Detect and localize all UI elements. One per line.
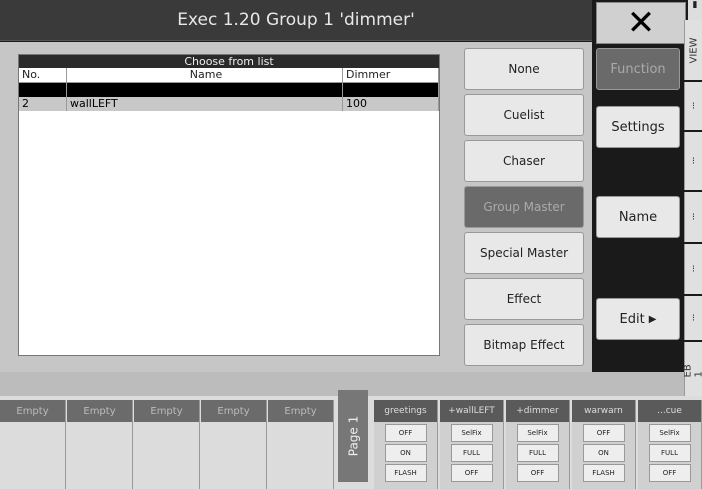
row-dimmer xyxy=(343,83,439,97)
list-column-headers: No. Name Dimmer xyxy=(19,68,439,83)
side-tab[interactable]: ⁝ xyxy=(684,192,702,242)
fader-btn-3[interactable]: OFF xyxy=(516,464,559,482)
col-dimmer: Dimmer xyxy=(343,68,439,82)
edit-button[interactable]: Edit ▶ xyxy=(596,298,680,340)
group-master-button[interactable]: Group Master xyxy=(464,186,584,228)
empty-label: Empty xyxy=(0,400,65,422)
choose-list: Choose from list No. Name Dimmer 2 wallL… xyxy=(18,54,440,356)
empty-executor[interactable]: Empty xyxy=(67,400,133,489)
list-item[interactable]: 2 wallLEFT 100 xyxy=(19,97,439,111)
page-label: Page 1 xyxy=(346,415,360,457)
fader-label: warwarn xyxy=(572,400,635,422)
fader-executor[interactable]: ...cue SelFix FULL OFF xyxy=(638,400,702,489)
tab-view-label: VIEW xyxy=(688,37,699,63)
fader-label: +wallLEFT xyxy=(440,400,503,422)
fader-btn-1[interactable]: SelFix xyxy=(450,424,493,442)
fader-btn-3[interactable]: FLASH xyxy=(384,464,427,482)
side-tab[interactable]: ⁝ xyxy=(684,132,702,190)
empty-label: Empty xyxy=(134,400,199,422)
fader-label: greetings xyxy=(374,400,437,422)
fader-label: +dimmer xyxy=(506,400,569,422)
settings-button[interactable]: Settings xyxy=(596,106,680,148)
empty-label: Empty xyxy=(268,400,333,422)
empty-label: Empty xyxy=(67,400,132,422)
play-arrow-icon: ▶ xyxy=(648,313,657,325)
chaser-button[interactable]: Chaser xyxy=(464,140,584,182)
special-master-button[interactable]: Special Master xyxy=(464,232,584,274)
col-name: Name xyxy=(67,68,343,82)
function-button[interactable]: Function xyxy=(596,48,680,90)
fader-btn-2[interactable]: FULL xyxy=(648,444,691,462)
tab-eb[interactable]: EB 1 xyxy=(682,342,702,396)
none-button[interactable]: None xyxy=(464,48,584,90)
tab-eb-label: EB 1 xyxy=(682,364,702,378)
row-name xyxy=(67,83,343,97)
fader-btn-2[interactable]: ON xyxy=(582,444,625,462)
fader-btn-3[interactable]: FLASH xyxy=(582,464,625,482)
cuelist-button[interactable]: Cuelist xyxy=(464,94,584,136)
fader-btn-2[interactable]: ON xyxy=(384,444,427,462)
row-no: 2 xyxy=(19,97,67,111)
bitmap-effect-button[interactable]: Bitmap Effect xyxy=(464,324,584,366)
fader-btn-3[interactable]: OFF xyxy=(648,464,691,482)
fader-executor[interactable]: +dimmer SelFix FULL OFF xyxy=(506,400,570,489)
list-header: Choose from list xyxy=(19,55,439,68)
row-name: wallLEFT xyxy=(67,97,343,111)
fader-label: ...cue xyxy=(638,400,701,422)
scroll-icon[interactable]: ▮ xyxy=(688,0,702,20)
fader-executor[interactable]: greetings OFF ON FLASH xyxy=(374,400,438,489)
list-item-selected[interactable] xyxy=(19,83,439,97)
page-tab[interactable]: Page 1 xyxy=(338,390,368,482)
name-button[interactable]: Name xyxy=(596,196,680,238)
fader-btn-1[interactable]: SelFix xyxy=(516,424,559,442)
fader-btn-2[interactable]: FULL xyxy=(450,444,493,462)
fader-btn-1[interactable]: OFF xyxy=(582,424,625,442)
fader-executor[interactable]: warwarn OFF ON FLASH xyxy=(572,400,636,489)
empty-executor[interactable]: Empty xyxy=(134,400,200,489)
row-dimmer: 100 xyxy=(343,97,439,111)
fader-btn-3[interactable]: OFF xyxy=(450,464,493,482)
empty-label: Empty xyxy=(201,400,266,422)
side-tab[interactable]: ⁝ xyxy=(684,244,702,294)
window-title: Exec 1.20 Group 1 'dimmer' xyxy=(0,0,592,41)
empty-executor[interactable]: Empty xyxy=(0,400,66,489)
side-tab[interactable]: ⁝ xyxy=(684,296,702,340)
side-tab[interactable]: ⁝ xyxy=(684,82,702,130)
fader-executor[interactable]: +wallLEFT SelFix FULL OFF xyxy=(440,400,504,489)
fader-btn-2[interactable]: FULL xyxy=(516,444,559,462)
close-button[interactable]: ✕ xyxy=(596,2,686,44)
empty-executor[interactable]: Empty xyxy=(201,400,267,489)
empty-executor[interactable]: Empty xyxy=(268,400,334,489)
edit-label: Edit xyxy=(619,311,645,327)
fader-btn-1[interactable]: OFF xyxy=(384,424,427,442)
tab-view[interactable]: VIEW xyxy=(684,20,702,80)
effect-button[interactable]: Effect xyxy=(464,278,584,320)
fader-btn-1[interactable]: SelFix xyxy=(648,424,691,442)
col-no: No. xyxy=(19,68,67,82)
row-no xyxy=(19,83,67,97)
